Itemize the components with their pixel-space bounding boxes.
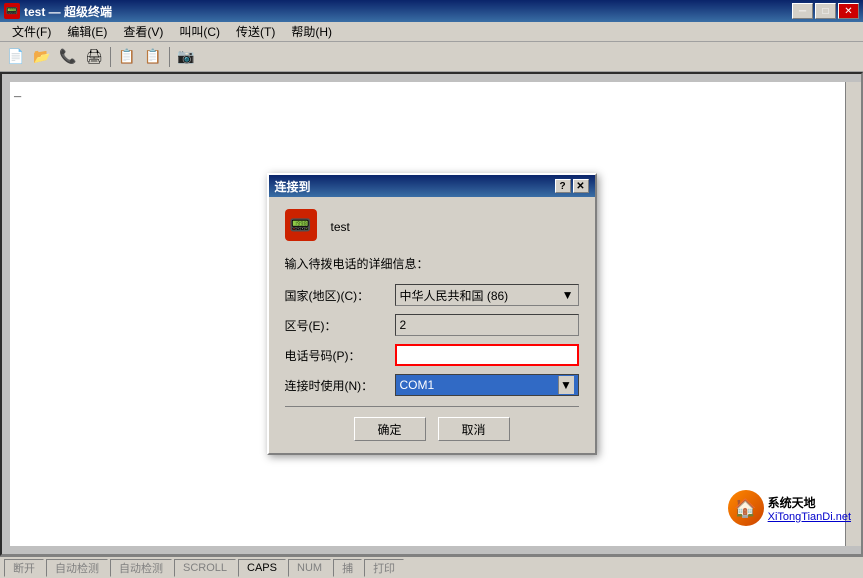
area-input[interactable] xyxy=(395,314,579,336)
phone-input[interactable] xyxy=(395,344,579,366)
watermark: 🏠 系统天地 XiTongTianDi.net xyxy=(728,490,851,526)
title-bar: 📟 test — 超级终端 ─ □ ✕ xyxy=(0,0,863,22)
dialog-title: 连接到 xyxy=(275,178,555,195)
status-print: 打印 xyxy=(364,559,404,577)
area-label: 区号(E)： xyxy=(285,317,395,334)
com-select[interactable]: COM1 ▼ xyxy=(395,374,579,396)
com-value: COM1 xyxy=(400,378,558,392)
watermark-line1: 系统天地 xyxy=(768,494,851,511)
status-bar: 断开 自动检测 自动检测 SCROLL CAPS NUM 捕 打印 xyxy=(0,556,863,578)
toolbar-separator-2 xyxy=(169,47,170,67)
dialog-title-buttons: ? ✕ xyxy=(555,179,589,193)
app-icon: 📟 xyxy=(4,3,20,19)
status-scroll: SCROLL xyxy=(174,559,236,577)
close-button[interactable]: ✕ xyxy=(838,3,859,19)
menu-help[interactable]: 帮助(H) xyxy=(283,21,340,42)
connect-button[interactable]: 📞 xyxy=(56,45,80,69)
connect-control: COM1 ▼ xyxy=(395,374,579,396)
minimize-button[interactable]: ─ xyxy=(792,3,813,19)
properties-button[interactable]: 📷 xyxy=(174,45,198,69)
phone-control xyxy=(395,344,579,366)
watermark-text: 系统天地 XiTongTianDi.net xyxy=(768,494,851,523)
ok-button[interactable]: 确定 xyxy=(354,417,426,441)
dialog-title-bar: 连接到 ? ✕ xyxy=(269,175,595,197)
connect-row: 连接时使用(N)： COM1 ▼ xyxy=(285,374,579,396)
status-capture: 捕 xyxy=(333,559,362,577)
dialog-buttons: 确定 取消 xyxy=(285,417,579,441)
new-button[interactable]: 📄 xyxy=(4,45,28,69)
country-value: 中华人民共和国 (86) xyxy=(400,287,509,304)
country-control: 中华人民共和国 (86) ▼ xyxy=(395,284,579,306)
dialog-help-button[interactable]: ? xyxy=(555,179,571,193)
phone-row: 电话号码(P)： xyxy=(285,344,579,366)
com-dropdown-arrow: ▼ xyxy=(558,376,574,394)
dialog-close-button[interactable]: ✕ xyxy=(573,179,589,193)
dialog-description: 输入待拨电话的详细信息： xyxy=(285,255,579,272)
dialog-divider xyxy=(285,406,579,407)
phone-label: 电话号码(P)： xyxy=(285,347,395,364)
toolbar-separator xyxy=(110,47,111,67)
paste-button[interactable]: 📋 xyxy=(141,45,165,69)
menu-transfer[interactable]: 传送(T) xyxy=(228,21,283,42)
copy-button[interactable]: 📋 xyxy=(115,45,139,69)
country-row: 国家(地区)(C)： 中华人民共和国 (86) ▼ xyxy=(285,284,579,306)
menu-file[interactable]: 文件(F) xyxy=(4,21,59,42)
status-auto2: 自动检测 xyxy=(110,559,172,577)
dialog-overlay: 连接到 ? ✕ 📟 test 输入待拨电话的详细信息： xyxy=(2,74,861,554)
cancel-button[interactable]: 取消 xyxy=(438,417,510,441)
print-button[interactable]: 🖨 xyxy=(82,45,106,69)
open-button[interactable]: 📂 xyxy=(30,45,54,69)
connect-label: 连接时使用(N)： xyxy=(285,377,395,394)
dialog-body: 📟 test 输入待拨电话的详细信息： 国家(地区)(C)： 中华人民共和国 (… xyxy=(269,197,595,453)
status-caps: CAPS xyxy=(238,559,286,577)
status-num: NUM xyxy=(288,559,331,577)
connection-name: test xyxy=(331,220,350,234)
dialog-icon: 📟 xyxy=(285,209,321,245)
status-auto1: 自动检测 xyxy=(46,559,108,577)
toolbar: 📄 📂 📞 🖨 📋 📋 📷 xyxy=(0,42,863,72)
phone-icon: 📟 xyxy=(285,209,317,241)
country-select[interactable]: 中华人民共和国 (86) ▼ xyxy=(395,284,579,306)
area-code-row: 区号(E)： xyxy=(285,314,579,336)
menu-call[interactable]: 叫叫(C) xyxy=(171,21,228,42)
menu-view[interactable]: 查看(V) xyxy=(115,21,171,42)
dialog-header: 📟 test xyxy=(285,209,579,245)
maximize-button[interactable]: □ xyxy=(815,3,836,19)
menu-edit[interactable]: 编辑(E) xyxy=(59,21,115,42)
country-label: 国家(地区)(C)： xyxy=(285,287,395,304)
window-title: test — 超级终端 xyxy=(24,3,792,20)
status-disconnect: 断开 xyxy=(4,559,44,577)
menu-bar: 文件(F) 编辑(E) 查看(V) 叫叫(C) 传送(T) 帮助(H) xyxy=(0,22,863,42)
connect-dialog: 连接到 ? ✕ 📟 test 输入待拨电话的详细信息： xyxy=(267,173,597,455)
watermark-logo: 🏠 xyxy=(728,490,764,526)
watermark-line2: XiTongTianDi.net xyxy=(768,511,851,523)
main-area: _ 连接到 ? ✕ 📟 test xyxy=(0,72,863,556)
window-controls: ─ □ ✕ xyxy=(792,3,859,19)
country-dropdown-arrow: ▼ xyxy=(562,288,574,302)
area-control xyxy=(395,314,579,336)
